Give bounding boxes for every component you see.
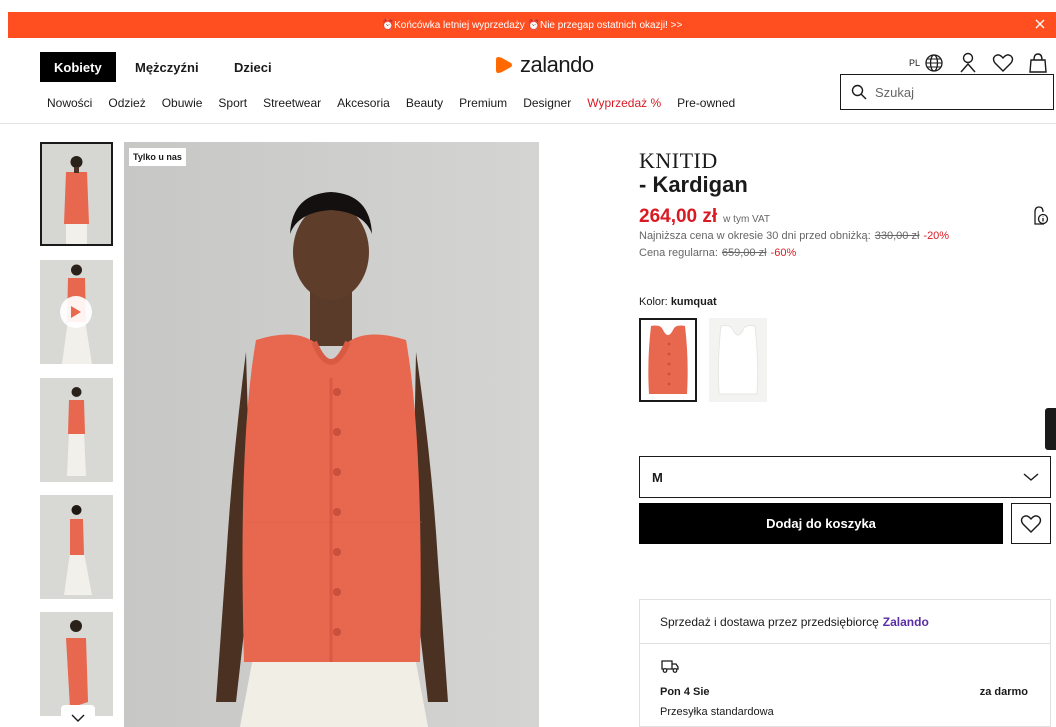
color-swatch-white[interactable] (709, 318, 767, 402)
exclusive-badge: Tylko u nas (129, 148, 186, 166)
regular-price-info: Cena regularna: 659,00 zł -60% (639, 247, 796, 259)
add-to-wishlist-button[interactable] (1011, 503, 1051, 544)
thumbnail-3[interactable] (40, 378, 113, 482)
product-photo (124, 142, 539, 727)
product-thumbnail-image (40, 495, 113, 599)
thumbnails-scroll-down[interactable] (61, 705, 95, 727)
logo-mark-icon (496, 57, 512, 73)
color-swatch-kumquat[interactable] (639, 318, 697, 402)
lowest-price-info: Najniższa cena w okresie 30 dni przed ob… (639, 230, 949, 242)
thumbnail-video[interactable] (40, 260, 113, 364)
size-value: M (652, 469, 663, 485)
thumbnail-4[interactable] (40, 495, 113, 599)
add-to-cart-button[interactable]: Dodaj do koszyka (639, 503, 1003, 544)
vat-note: w tym VAT (723, 214, 771, 225)
nav-sport[interactable]: Sport (218, 96, 247, 110)
cart-icon[interactable] (1028, 52, 1048, 74)
globe-icon (925, 54, 943, 72)
swatch-image (648, 325, 688, 394)
promo-banner[interactable]: ⏰Końcówka letniej wyprzedaży ⏰Nie przega… (8, 12, 1056, 38)
language-code: PL (908, 58, 920, 68)
swatch-image (717, 325, 759, 395)
tab-men[interactable]: Mężczyźni (121, 52, 213, 82)
nav-new[interactable]: Nowości (47, 96, 92, 110)
delivery-info: Pon 4 Sie za darmo Przesyłka standardowa (640, 644, 1050, 718)
promo-text[interactable]: ⏰Końcówka letniej wyprzedaży ⏰Nie przega… (382, 20, 683, 31)
chevron-down-icon (71, 714, 85, 722)
brand-name[interactable]: KNITID (639, 148, 718, 174)
nav-accessories[interactable]: Akcesoria (337, 96, 390, 110)
main-product-image[interactable]: Tylko u nas (124, 142, 539, 727)
close-icon[interactable] (1032, 16, 1048, 32)
product-thumbnail-image (42, 144, 111, 244)
nav-shoes[interactable]: Obuwie (162, 96, 203, 110)
play-button[interactable] (60, 296, 92, 328)
product-name: - Kardigan (639, 172, 748, 197)
zalando-logo[interactable]: zalando (494, 52, 594, 78)
color-value: kumquat (670, 296, 717, 308)
nav-clothing[interactable]: Odzież (108, 96, 145, 110)
delivery-date: Pon 4 Sie (660, 686, 710, 698)
language-switcher[interactable]: PL (909, 53, 944, 73)
delivery-truck-icon (661, 660, 679, 673)
tab-women[interactable]: Kobiety (40, 52, 116, 82)
lowest-price-label: Najniższa cena w okresie 30 dni przed ob… (639, 230, 871, 242)
color-label: Kolor: kumquat (639, 296, 717, 308)
product-thumbnail-image (40, 612, 113, 716)
lowest-price-value: 330,00 zł (874, 230, 920, 242)
seller-text: Sprzedaż i dostawa przez przedsiębiorcę (660, 614, 879, 629)
heart-icon (1020, 514, 1042, 533)
lowest-price-discount: -20% (923, 230, 950, 242)
nav-premium[interactable]: Premium (459, 96, 507, 110)
regular-price-value: 659,00 zł (721, 247, 767, 259)
wishlist-icon[interactable] (992, 53, 1014, 73)
thumbnail-5[interactable] (40, 612, 113, 716)
delivery-price: za darmo (979, 686, 1028, 698)
logo-text: zalando (520, 52, 594, 77)
search-input[interactable]: Szukaj (840, 74, 1054, 110)
search-placeholder: Szukaj (875, 84, 915, 100)
nav-sale[interactable]: Wyprzedaż % (587, 96, 661, 110)
current-price: 264,00 zł (639, 206, 718, 227)
price-info-icon[interactable] (1031, 204, 1049, 226)
regular-price-label: Cena regularna: (639, 247, 718, 259)
price-row: 264,00 zł w tym VAT (639, 206, 770, 228)
tab-kids[interactable]: Dzieci (220, 52, 286, 82)
color-label-text: Kolor: (639, 296, 668, 308)
regular-price-discount: -60% (770, 247, 797, 259)
nav-pre-owned[interactable]: Pre-owned (677, 96, 735, 110)
nav-beauty[interactable]: Beauty (406, 96, 443, 110)
search-icon (851, 84, 867, 100)
seller-name[interactable]: Zalando (883, 615, 929, 629)
product-thumbnail-image (40, 378, 113, 482)
category-nav: Nowości Odzież Obuwie Sport Streetwear A… (47, 96, 735, 110)
seller-info-box: Sprzedaż i dostawa przez przedsiębiorcę … (639, 599, 1051, 727)
thumbnail-1[interactable] (40, 142, 113, 246)
delivery-type: Przesyłka standardowa (660, 706, 774, 718)
user-icon[interactable] (958, 52, 978, 74)
nav-streetwear[interactable]: Streetwear (263, 96, 321, 110)
chevron-down-icon (1023, 473, 1039, 481)
size-select[interactable]: M (639, 456, 1051, 498)
seller-row: Sprzedaż i dostawa przez przedsiębiorcę … (640, 600, 1050, 644)
nav-designer[interactable]: Designer (523, 96, 571, 110)
side-feedback-tab[interactable] (1045, 408, 1056, 450)
play-icon (71, 306, 81, 318)
header-actions: PL (909, 50, 1048, 76)
